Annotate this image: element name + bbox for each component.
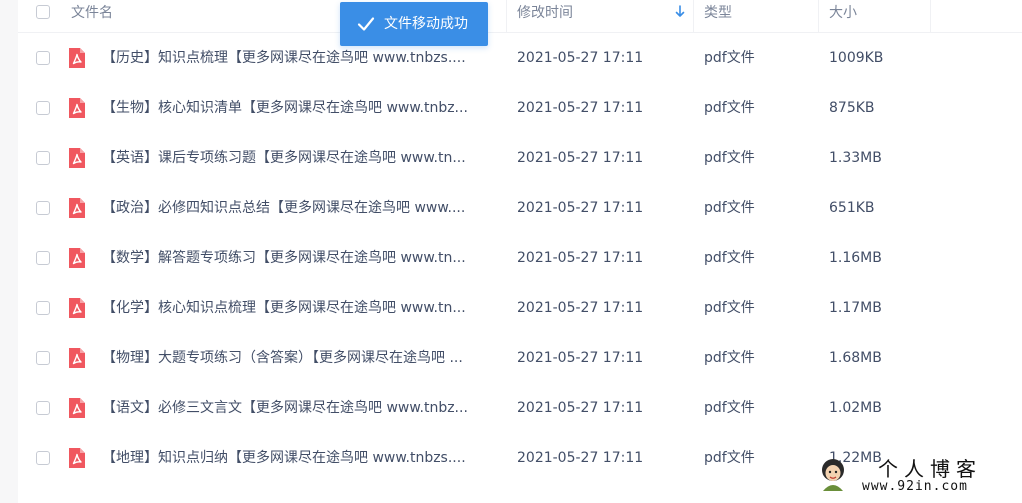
file-size: 1.33MB: [829, 150, 882, 166]
column-divider: [930, 0, 931, 32]
sort-descending-icon[interactable]: [674, 4, 686, 20]
file-list-header: 文件名 修改时间 类型 大小: [18, 0, 1022, 33]
row-checkbox[interactable]: [36, 251, 50, 265]
file-modified-time: 2021-05-27 17:11: [517, 50, 644, 66]
file-name[interactable]: 【物理】大题专项练习（含答案）【更多网课尽在途鸟吧 ...: [102, 333, 497, 383]
select-all-checkbox[interactable]: [36, 5, 50, 19]
file-row[interactable]: 【政治】必修四知识点总结【更多网课尽在途鸟吧 www.... 2021-05-27…: [18, 183, 1022, 233]
file-row[interactable]: 【历史】知识点梳理【更多网课尽在途鸟吧 www.tnbzs.... 2021-05…: [18, 33, 1022, 83]
row-checkbox[interactable]: [36, 201, 50, 215]
file-type: pdf文件: [704, 200, 755, 216]
file-row[interactable]: 【语文】必修三文言文【更多网课尽在途鸟吧 www.tnbz... 2021-05-…: [18, 383, 1022, 433]
file-type: pdf文件: [704, 400, 755, 416]
file-modified-time: 2021-05-27 17:11: [517, 250, 644, 266]
file-row[interactable]: 【生物】核心知识清单【更多网课尽在途鸟吧 www.tnbz... 2021-05-…: [18, 83, 1022, 133]
file-type: pdf文件: [704, 250, 755, 266]
row-checkbox[interactable]: [36, 101, 50, 115]
file-list-panel: 文件名 修改时间 类型 大小 文件移动成功 【历史】知识点梳理【更多网课尽在途鸟…: [18, 0, 1022, 503]
column-divider: [693, 0, 694, 32]
file-name[interactable]: 【语文】必修三文言文【更多网课尽在途鸟吧 www.tnbz...: [102, 383, 497, 433]
file-modified-time: 2021-05-27 17:11: [517, 450, 644, 466]
file-row[interactable]: 【英语】课后专项练习题【更多网课尽在途鸟吧 www.tn... 2021-05-2…: [18, 133, 1022, 183]
file-size: 875KB: [829, 100, 875, 116]
file-type: pdf文件: [704, 50, 755, 66]
file-type: pdf文件: [704, 150, 755, 166]
column-header-name[interactable]: 文件名: [71, 0, 113, 32]
file-name[interactable]: 【地理】知识点归纳【更多网课尽在途鸟吧 www.tnbzs....: [102, 433, 497, 483]
file-size: 1.17MB: [829, 300, 882, 316]
file-modified-time: 2021-05-27 17:11: [517, 200, 644, 216]
column-header-modified[interactable]: 修改时间: [517, 0, 573, 32]
file-name[interactable]: 【化学】核心知识点梳理【更多网课尽在途鸟吧 www.tn...: [102, 283, 497, 333]
pdf-file-icon: [69, 98, 85, 118]
pdf-file-icon: [69, 148, 85, 168]
row-checkbox[interactable]: [36, 51, 50, 65]
file-modified-time: 2021-05-27 17:11: [517, 300, 644, 316]
file-name[interactable]: 【数学】解答题专项练习【更多网课尽在途鸟吧 www.tn...: [102, 233, 497, 283]
watermark-title: 个人博客: [878, 457, 982, 481]
column-divider: [818, 0, 819, 32]
file-modified-time: 2021-05-27 17:11: [517, 150, 644, 166]
pdf-file-icon: [69, 248, 85, 268]
file-name[interactable]: 【英语】课后专项练习题【更多网课尽在途鸟吧 www.tn...: [102, 133, 497, 183]
pdf-file-icon: [69, 398, 85, 418]
column-divider: [506, 0, 507, 32]
file-size: 1.02MB: [829, 400, 882, 416]
file-type: pdf文件: [704, 300, 755, 316]
file-row[interactable]: 【数学】解答题专项练习【更多网课尽在途鸟吧 www.tn... 2021-05-2…: [18, 233, 1022, 283]
file-modified-time: 2021-05-27 17:11: [517, 100, 644, 116]
check-icon: [357, 17, 375, 31]
toast-message: 文件移动成功: [384, 16, 468, 32]
file-row[interactable]: 【物理】大题专项练习（含答案）【更多网课尽在途鸟吧 ... 2021-05-27 …: [18, 333, 1022, 383]
row-checkbox[interactable]: [36, 151, 50, 165]
row-checkbox[interactable]: [36, 351, 50, 365]
file-size: 651KB: [829, 200, 875, 216]
pdf-file-icon: [69, 348, 85, 368]
blog-watermark: 个人博客 www.92in.com: [818, 453, 1008, 497]
row-checkbox[interactable]: [36, 451, 50, 465]
success-toast: 文件移动成功: [340, 2, 488, 46]
pdf-file-icon: [69, 298, 85, 318]
file-modified-time: 2021-05-27 17:11: [517, 400, 644, 416]
pdf-file-icon: [69, 48, 85, 68]
file-type: pdf文件: [704, 350, 755, 366]
pdf-file-icon: [69, 198, 85, 218]
file-name[interactable]: 【生物】核心知识清单【更多网课尽在途鸟吧 www.tnbz...: [102, 83, 497, 133]
file-type: pdf文件: [704, 450, 755, 466]
row-checkbox[interactable]: [36, 301, 50, 315]
file-name[interactable]: 【政治】必修四知识点总结【更多网课尽在途鸟吧 www....: [102, 183, 497, 233]
file-modified-time: 2021-05-27 17:11: [517, 350, 644, 366]
file-size: 1.16MB: [829, 250, 882, 266]
avatar-logo-icon: [822, 459, 844, 491]
watermark-url: www.92in.com: [862, 479, 968, 494]
file-type: pdf文件: [704, 100, 755, 116]
column-header-type[interactable]: 类型: [704, 0, 732, 32]
column-header-size[interactable]: 大小: [829, 0, 857, 32]
row-checkbox[interactable]: [36, 401, 50, 415]
pdf-file-icon: [69, 448, 85, 468]
file-size: 1009KB: [829, 50, 884, 66]
file-row[interactable]: 【化学】核心知识点梳理【更多网课尽在途鸟吧 www.tn... 2021-05-2…: [18, 283, 1022, 333]
file-size: 1.68MB: [829, 350, 882, 366]
